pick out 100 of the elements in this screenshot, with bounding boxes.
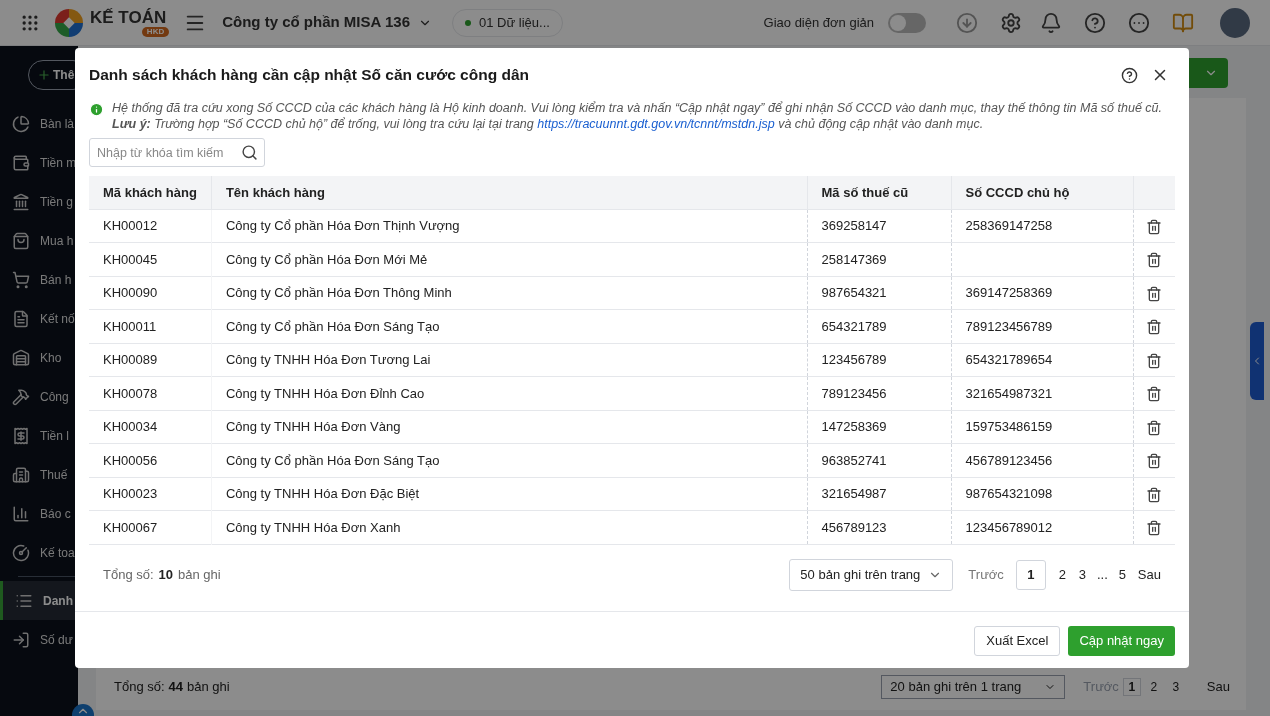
prev-link[interactable]: Trước <box>968 564 1004 585</box>
table-cell: Công ty TNHH Hóa Đơn Xanh <box>225 519 401 535</box>
delete-icon[interactable] <box>1146 419 1163 436</box>
page-size-select[interactable]: 20 bản ghi trên 1 trang <box>881 675 1066 699</box>
menu-item-icon <box>12 270 30 289</box>
table-cell: 369147258369 <box>965 285 1053 300</box>
sidebar-item[interactable]: Tiền l <box>0 416 78 455</box>
sidebar-item[interactable]: Bàn là <box>0 104 78 143</box>
search-icon <box>241 144 258 161</box>
product-badge: HKD <box>141 26 170 37</box>
sidebar-item[interactable]: Kho <box>0 338 78 377</box>
table-cell: KH00078 <box>103 385 158 401</box>
column-header: Mã khách hàng <box>89 176 212 209</box>
total-unit: bản ghi <box>187 678 230 697</box>
sidebar-item[interactable]: Công <box>0 377 78 416</box>
product-name: KẾ TOÁN <box>90 8 167 27</box>
table-cell: 456789123456 <box>965 452 1053 468</box>
table-cell: Công ty TNHH Hóa Đơn Đặc Biệt <box>225 486 420 501</box>
help-icon[interactable] <box>1121 66 1138 84</box>
more-icon[interactable] <box>1128 11 1150 34</box>
page-number[interactable]: 5 <box>1112 559 1132 590</box>
sidebar-item[interactable]: Mua h <box>0 221 78 260</box>
menu-item-icon <box>12 543 30 562</box>
bell-icon[interactable] <box>1040 11 1062 34</box>
update-button[interactable]: Cập nhật ngay <box>1068 625 1175 656</box>
avatar[interactable] <box>1220 7 1250 38</box>
menu-item-icon <box>12 630 30 649</box>
table-cell: 123456789 <box>821 352 887 367</box>
delete-icon[interactable] <box>1146 486 1163 503</box>
table-cell: 321654987 <box>821 486 887 501</box>
sidebar-item[interactable]: Kết nố <box>0 299 78 338</box>
sidebar-item[interactable]: Tiền g <box>0 182 78 221</box>
column-header: Tên khách hàng <box>211 176 807 209</box>
table-cell: 987654321 <box>821 285 887 300</box>
simple-mode-label: Giao diện đơn giản <box>763 13 874 32</box>
delete-icon[interactable] <box>1146 252 1163 269</box>
menu-item-icon <box>12 114 30 133</box>
page-number[interactable]: 1 <box>1122 678 1141 696</box>
company-selector[interactable]: Công ty cổ phần MISA 136 <box>222 11 432 34</box>
menu-item-icon <box>12 504 30 523</box>
menu-item-icon <box>12 465 30 484</box>
page-size-select[interactable]: 50 bản ghi trên trang <box>789 558 954 591</box>
page-number[interactable]: ... <box>1092 559 1112 590</box>
sidebar-item[interactable]: Tiền m <box>0 143 78 182</box>
page-number[interactable]: 1 <box>1015 559 1046 590</box>
next-link[interactable]: Sau <box>1137 564 1161 585</box>
settings-icon[interactable] <box>1000 11 1022 34</box>
export-button[interactable]: Xuất Excel <box>974 625 1061 656</box>
table-cell: 123456789012 <box>965 519 1053 535</box>
lookup-link[interactable]: https://tracuunnt.gdt.gov.vn/tcnnt/mstdn.jsp <box>537 117 775 131</box>
table-cell: 963852741 <box>821 452 887 468</box>
menu-item-icon <box>12 348 30 367</box>
column-header: Mã số thuế cũ <box>807 176 951 209</box>
delete-icon[interactable] <box>1146 352 1163 369</box>
table-cell: KH00056 <box>103 452 158 468</box>
menu-item-icon <box>12 309 30 328</box>
table-cell: 987654321098 <box>965 486 1053 501</box>
sidebar-item[interactable]: Kế toa <box>0 533 78 572</box>
table-cell: 147258369 <box>821 419 887 434</box>
simple-mode-switch[interactable] <box>888 12 926 33</box>
search-field[interactable]: Nhập từ khóa tìm kiếm <box>89 138 265 167</box>
column-header: Số CCCD chủ hộ <box>951 176 1133 209</box>
dialog-title: Danh sách khách hàng cần cập nhật Số căn cước công dân <box>89 65 529 86</box>
total-label: Tổng số: <box>114 678 165 697</box>
menu-item-icon <box>12 153 30 172</box>
delete-icon[interactable] <box>1146 218 1163 235</box>
menu-item-icon <box>12 387 30 406</box>
page-number[interactable]: 3 <box>1166 678 1185 696</box>
info-icon <box>89 102 104 117</box>
sidebar-item[interactable]: Số dư <box>0 620 78 659</box>
total-unit: bản ghi <box>178 565 221 584</box>
table-cell: 654321789654 <box>965 352 1053 367</box>
sidebar-item[interactable]: Danh <box>0 581 78 620</box>
delete-icon[interactable] <box>1146 386 1163 403</box>
table-cell: 789123456789 <box>965 318 1053 334</box>
table-cell: KH00045 <box>103 251 158 267</box>
delete-icon[interactable] <box>1146 319 1163 336</box>
table-cell: 456789123 <box>821 519 887 535</box>
table-cell: KH00011 <box>103 318 157 334</box>
page-number[interactable]: 3 <box>1072 559 1092 590</box>
table-cell: KH00034 <box>103 419 158 434</box>
total-count: 10 <box>158 565 174 584</box>
sidebar-item[interactable]: Báo c <box>0 494 78 533</box>
menu-item-icon <box>12 231 30 250</box>
sidebar-item[interactable]: Thuế <box>0 455 78 494</box>
delete-icon[interactable] <box>1146 520 1163 537</box>
table-cell: KH00089 <box>103 352 158 367</box>
table-cell: Công ty Cổ phần Hóa Đơn Thịnh Vượng <box>225 218 460 233</box>
delete-icon[interactable] <box>1146 285 1163 302</box>
delete-icon[interactable] <box>1146 453 1163 470</box>
table-cell: 789123456 <box>821 385 887 401</box>
sidebar-item[interactable]: Bán h <box>0 260 78 299</box>
page-number[interactable]: 2 <box>1052 559 1072 590</box>
table-cell: Công ty Cổ phần Hóa Đơn Mới Mẻ <box>225 251 428 267</box>
table-cell: Công ty TNHH Hóa Đơn Đỉnh Cao <box>225 385 425 401</box>
page-number[interactable]: 2 <box>1144 678 1163 696</box>
next-link[interactable]: Sau <box>1206 677 1230 697</box>
total-label: Tổng số: <box>103 565 154 584</box>
table-cell: 321654987321 <box>965 385 1053 401</box>
table-cell: 258147369 <box>821 251 887 267</box>
